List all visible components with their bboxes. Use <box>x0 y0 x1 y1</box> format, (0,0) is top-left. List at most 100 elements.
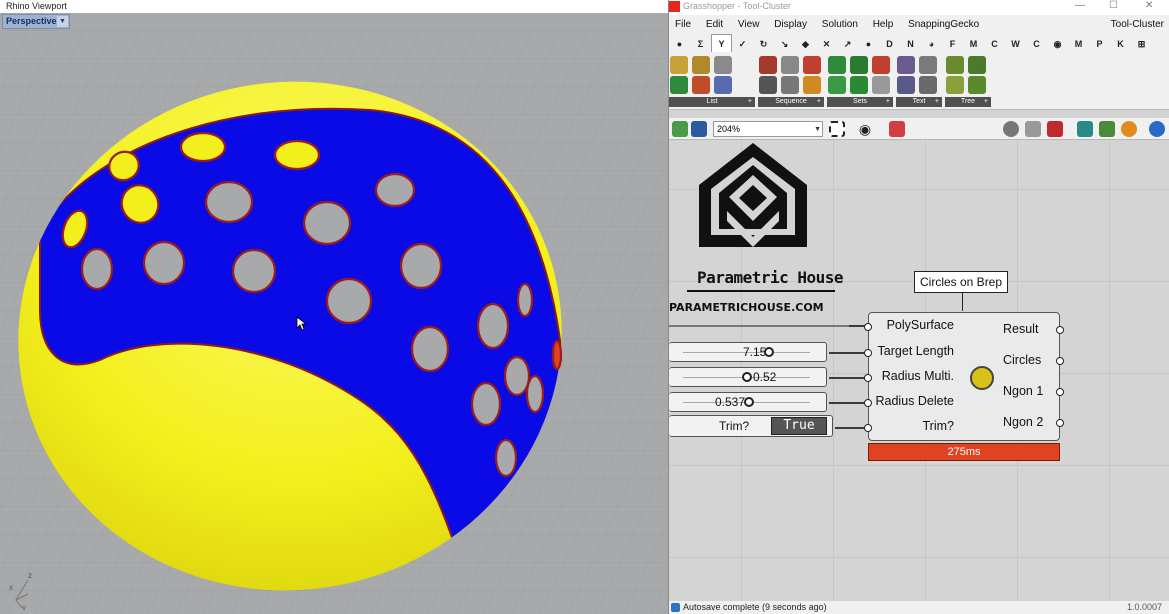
component-icon[interactable] <box>872 56 890 74</box>
close-button[interactable]: ✕ <box>1145 0 1153 12</box>
save-file-icon[interactable] <box>691 121 707 137</box>
component-icon[interactable] <box>872 76 890 94</box>
preview-selected-icon[interactable] <box>1047 121 1063 137</box>
slider-knob[interactable] <box>743 397 754 407</box>
slider-radius-delete[interactable]: 0.537 <box>669 392 827 412</box>
component-icon[interactable] <box>919 56 937 74</box>
component-icon[interactable] <box>781 56 799 74</box>
component-icon[interactable] <box>714 56 732 74</box>
toggle-value-button[interactable]: True <box>771 417 827 435</box>
category-tab[interactable]: W <box>1005 35 1026 52</box>
preview-wire-icon[interactable] <box>1025 121 1041 137</box>
category-tab[interactable]: C <box>984 35 1005 52</box>
output-grip[interactable] <box>1056 419 1064 427</box>
select-window-icon[interactable] <box>829 121 845 137</box>
component-icon[interactable] <box>897 76 915 94</box>
circles-on-brep-component[interactable]: PolySurface Target Length Radius Multi. … <box>864 312 1064 441</box>
menu-snappinggecko[interactable]: SnappingGecko <box>902 15 985 34</box>
input-grip[interactable] <box>864 349 872 357</box>
category-tab[interactable]: D <box>879 35 900 52</box>
slider-knob[interactable] <box>764 347 775 357</box>
minimize-button[interactable]: — <box>1075 0 1085 12</box>
component-icon[interactable] <box>897 56 915 74</box>
component-icon[interactable] <box>828 76 846 94</box>
bake-icon[interactable] <box>1077 121 1093 137</box>
panel-text-label[interactable]: Text + <box>896 97 942 107</box>
category-tab[interactable]: ✓ <box>732 35 753 52</box>
category-tab[interactable]: ↘ <box>774 35 795 52</box>
category-tab[interactable]: ⊞ <box>1131 35 1152 52</box>
category-tab[interactable]: P <box>1089 35 1110 52</box>
mesh-preview-icon[interactable] <box>1099 121 1115 137</box>
open-file-icon[interactable] <box>672 121 688 137</box>
category-tab[interactable]: C <box>1026 35 1047 52</box>
category-tab[interactable]: ◉ <box>1047 35 1068 52</box>
output-result[interactable]: Result <box>1003 322 1038 336</box>
category-tab[interactable]: ● <box>669 35 690 52</box>
output-grip[interactable] <box>1056 388 1064 396</box>
panel-sets-label[interactable]: Sets + <box>827 97 893 107</box>
maximize-button[interactable]: ☐ <box>1109 0 1118 12</box>
perspective-tab[interactable]: Perspective ▼ <box>2 14 70 29</box>
category-tab[interactable]: ◕ <box>921 35 942 52</box>
output-circles[interactable]: Circles <box>1003 353 1041 367</box>
viewport-scene[interactable] <box>0 30 668 614</box>
component-icon[interactable] <box>803 56 821 74</box>
slider-target-length[interactable]: 7.15 <box>669 342 827 362</box>
input-grip[interactable] <box>864 424 872 432</box>
boolean-toggle[interactable]: Trim? True <box>669 415 833 437</box>
component-icon[interactable] <box>692 56 710 74</box>
input-polysurface[interactable]: PolySurface <box>887 318 954 332</box>
grasshopper-window[interactable]: Grasshopper - Tool-Cluster — ☐ ✕ File Ed… <box>668 0 1169 614</box>
component-icon[interactable] <box>781 76 799 94</box>
category-tab[interactable]: ✕ <box>816 35 837 52</box>
component-icon[interactable] <box>946 76 964 94</box>
globe-icon[interactable] <box>1149 121 1165 137</box>
rhino-viewport[interactable]: Rhino Viewport Perspective ▼ x z y <box>0 0 668 614</box>
zoom-select[interactable]: 204% ▼ <box>713 121 823 137</box>
component-icon[interactable] <box>759 76 777 94</box>
panel-list-label[interactable]: List + <box>669 97 755 107</box>
input-radius-delete[interactable]: Radius Delete <box>875 394 954 408</box>
output-ngon-1[interactable]: Ngon 1 <box>1003 384 1043 398</box>
slider-radius-multi[interactable]: 0.52 <box>669 367 827 387</box>
output-grip[interactable] <box>1056 326 1064 334</box>
component-icon[interactable] <box>714 76 732 94</box>
input-grip[interactable] <box>864 399 872 407</box>
category-tab[interactable]: ◆ <box>795 35 816 52</box>
preview-shaded-icon[interactable] <box>1003 121 1019 137</box>
input-grip[interactable] <box>864 374 872 382</box>
input-target-length[interactable]: Target Length <box>878 344 954 358</box>
category-tab[interactable]: F <box>942 35 963 52</box>
category-tab[interactable]: M <box>1068 35 1089 52</box>
menu-solution[interactable]: Solution <box>816 15 864 34</box>
category-tab[interactable]: Σ <box>690 35 711 52</box>
component-icon[interactable] <box>759 56 777 74</box>
category-tab[interactable]: ↻ <box>753 35 774 52</box>
category-tab[interactable]: M <box>963 35 984 52</box>
sketch-pen-icon[interactable] <box>889 121 905 137</box>
component-icon[interactable] <box>850 76 868 94</box>
preview-eye-icon[interactable]: ◉ <box>857 121 873 137</box>
color-preview-icon[interactable] <box>1121 121 1137 137</box>
component-icon[interactable] <box>968 76 986 94</box>
gh-canvas[interactable]: Parametric House PARAMETRICHOUSE.COM 7.1… <box>669 141 1169 601</box>
component-icon[interactable] <box>850 56 868 74</box>
component-icon[interactable] <box>968 56 986 74</box>
component-icon[interactable] <box>670 76 688 94</box>
component-icon[interactable] <box>919 76 937 94</box>
menu-view[interactable]: View <box>732 15 766 34</box>
input-radius-multi[interactable]: Radius Multi. <box>882 369 954 383</box>
menu-display[interactable]: Display <box>768 15 813 34</box>
panel-tree-label[interactable]: Tree + <box>945 97 991 107</box>
input-grip[interactable] <box>864 323 872 331</box>
component-icon[interactable] <box>946 56 964 74</box>
category-tab[interactable]: ● <box>858 35 879 52</box>
menu-file[interactable]: File <box>669 15 697 34</box>
menu-edit[interactable]: Edit <box>700 15 729 34</box>
panel-sequence-label[interactable]: Sequence + <box>758 97 824 107</box>
input-trim[interactable]: Trim? <box>923 419 954 433</box>
slider-knob[interactable] <box>741 372 752 382</box>
component-icon[interactable] <box>670 56 688 74</box>
output-ngon-2[interactable]: Ngon 2 <box>1003 415 1043 429</box>
